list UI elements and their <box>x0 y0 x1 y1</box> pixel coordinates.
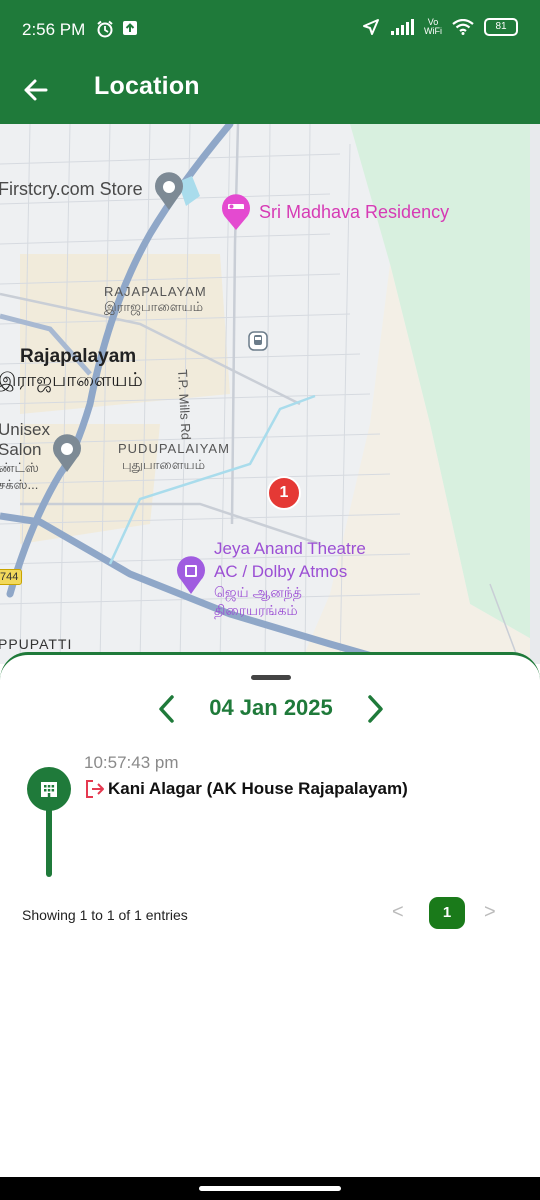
system-nav-bar <box>0 1177 540 1200</box>
theatre-pin-icon[interactable] <box>175 556 207 596</box>
bus-stop-icon[interactable] <box>248 331 268 351</box>
signal-icon <box>391 19 414 35</box>
map-label-theatre1[interactable]: Jeya Anand Theatre <box>214 539 366 559</box>
sheet-drag-handle[interactable] <box>251 675 291 680</box>
entry-name: Kani Alagar (AK House Rajapalayam) <box>108 779 408 798</box>
page-title: Location <box>94 72 200 100</box>
chevron-left-icon <box>159 695 174 723</box>
timeline-node <box>27 767 71 811</box>
map-view[interactable]: Firstcry.com Store Sri Madhava Residency… <box>0 124 540 664</box>
arrow-left-icon <box>24 79 48 101</box>
pagination-prev-button[interactable]: < <box>392 901 404 924</box>
map-label-town-ta: இராஜபாளையம் <box>0 370 143 391</box>
selected-date: 04 Jan 2025 <box>209 695 333 720</box>
previous-date-button[interactable] <box>154 693 180 725</box>
location-arrow-icon <box>363 19 379 35</box>
home-indicator[interactable] <box>199 1186 341 1191</box>
road-number: 744 <box>0 571 19 583</box>
map-label-area1-ta: இராஜபாளையம் <box>104 299 204 314</box>
vowifi-wifi: WiFi <box>424 26 442 36</box>
location-marker-number: 1 <box>279 484 289 501</box>
vowifi-indicator: Vo WiFi <box>424 18 442 36</box>
status-bar: 2:56 PM Vo WiFi 81 <box>0 0 540 58</box>
upload-icon <box>123 21 137 35</box>
timeline-entry[interactable]: Kani Alagar (AK House Rajapalayam) <box>84 779 408 799</box>
hotel-pin-icon[interactable] <box>220 194 252 232</box>
wifi-icon <box>452 19 474 35</box>
entries-summary: Showing 1 to 1 of 1 entries <box>22 907 188 923</box>
status-time: 2:56 PM <box>22 20 86 39</box>
back-button[interactable] <box>18 72 54 108</box>
map-label-unisex[interactable]: Unisex <box>0 420 50 440</box>
pagination-page-1[interactable]: 1 <box>429 897 465 929</box>
map-label-salon-ta1: ண்ட்ஸ் <box>0 460 39 475</box>
map-label-salon-ta2: சக்ஸ்... <box>0 477 39 492</box>
map-label-salon[interactable]: Salon <box>0 440 41 460</box>
status-right: Vo WiFi 81 <box>362 18 518 36</box>
map-label-town-en: Rajapalayam <box>20 346 137 367</box>
status-left-icons <box>96 20 138 38</box>
chevron-right-icon <box>368 695 383 723</box>
map-road-shield: 744 <box>0 569 23 585</box>
map-label-theatre-ta2: திரையரங்கம் <box>214 602 298 618</box>
map-label-theatre2[interactable]: AC / Dolby Atmos <box>214 562 347 582</box>
map-label-bottom-area: PPUPATTI <box>0 636 73 652</box>
map-label-theatre-ta1: ஜெய் ஆனந்த் <box>214 584 302 600</box>
battery-level: 81 <box>495 21 507 32</box>
next-date-button[interactable] <box>362 693 388 725</box>
battery-icon: 81 <box>484 18 518 36</box>
map-label-residency[interactable]: Sri Madhava Residency <box>259 202 449 223</box>
app-bar: Location <box>0 58 540 124</box>
map-label-area1-en: RAJAPALAYAM <box>104 284 207 299</box>
salon-pin-icon[interactable] <box>51 434 83 474</box>
store-pin-icon[interactable] <box>153 172 185 212</box>
timeline-line <box>46 805 52 877</box>
date-navigator: 04 Jan 2025 <box>0 691 540 727</box>
location-marker[interactable]: 1 <box>267 476 301 510</box>
bottom-sheet: 04 Jan 2025 10:57:43 pm Kani Alagar (AK … <box>0 652 540 1180</box>
building-icon <box>41 782 57 797</box>
map-label-area2-ta: புதுபாளையம் <box>122 457 206 472</box>
check-out-icon <box>86 780 104 798</box>
map-label-store[interactable]: Firstcry.com Store <box>0 179 143 200</box>
alarm-icon <box>97 20 113 38</box>
pagination-next-button[interactable]: > <box>484 901 496 924</box>
entry-time: 10:57:43 pm <box>84 753 179 772</box>
map-label-area2-en: PUDUPALAIYAM <box>118 441 230 456</box>
